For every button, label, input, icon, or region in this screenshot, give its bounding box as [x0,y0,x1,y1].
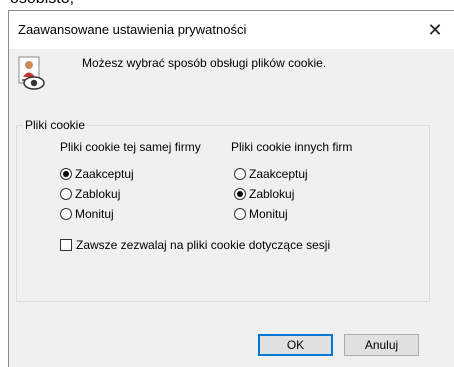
radio-button[interactable] [234,168,246,180]
radio-button[interactable] [234,188,246,200]
cancel-button[interactable]: Anuluj [344,334,419,356]
radio-button[interactable] [60,208,72,220]
title-bar: Zaawansowane ustawienia prywatności ✕ [9,11,454,49]
first-party-block-option[interactable]: Zablokuj [60,186,120,202]
radio-button[interactable] [60,168,72,180]
background-text-fragment: osobisto, [10,0,74,8]
close-icon: ✕ [427,19,443,40]
info-message: Możesz wybrać sposób obsługi plików cook… [82,56,327,70]
radio-label: Zablokuj [249,187,295,201]
radio-label: Monituj [249,207,288,221]
session-cookies-checkbox[interactable] [60,239,72,251]
privacy-eye-icon [18,56,45,90]
third-party-accept-option[interactable]: Zaakceptuj [234,166,308,182]
dialog-title: Zaawansowane ustawienia prywatności [18,22,247,37]
radio-label: Monituj [75,207,114,221]
cookies-group-legend: Pliki cookie [25,118,86,132]
first-party-header: Pliki cookie tej samej firmy [60,140,201,154]
third-party-block-option[interactable]: Zablokuj [234,186,294,202]
third-party-header: Pliki cookie innych firm [231,140,353,154]
first-party-accept-option[interactable]: Zaakceptuj [60,166,134,182]
third-party-prompt-option[interactable]: Monituj [234,206,288,222]
session-cookies-label: Zawsze zezwalaj na pliki cookie dotycząc… [76,238,331,252]
radio-label: Zaakceptuj [249,167,308,181]
radio-label: Zablokuj [75,187,121,201]
session-cookies-option[interactable]: Zawsze zezwalaj na pliki cookie dotycząc… [60,238,330,252]
first-party-prompt-option[interactable]: Monituj [60,206,114,222]
radio-button[interactable] [60,188,72,200]
close-button[interactable]: ✕ [415,11,454,49]
radio-button[interactable] [234,208,246,220]
radio-label: Zaakceptuj [75,167,134,181]
ok-button[interactable]: OK [258,334,333,356]
